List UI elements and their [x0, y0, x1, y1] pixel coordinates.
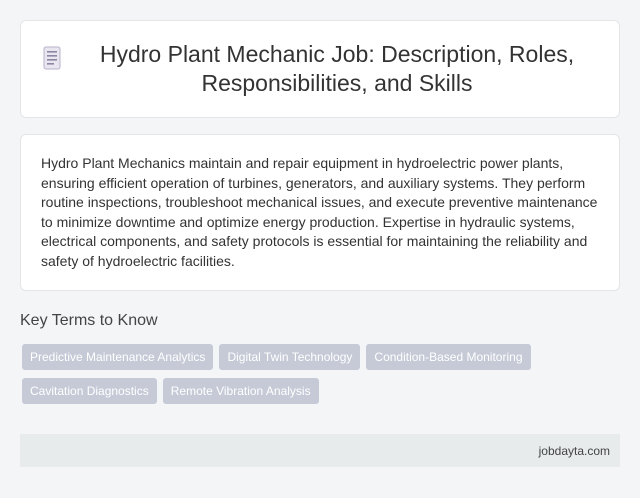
title-card: Hydro Plant Mechanic Job: Description, R…	[20, 20, 620, 118]
document-icon	[41, 46, 63, 70]
page: Hydro Plant Mechanic Job: Description, R…	[0, 0, 640, 498]
key-term-tag[interactable]: Digital Twin Technology	[219, 344, 361, 370]
job-description: Hydro Plant Mechanics maintain and repai…	[41, 155, 598, 269]
page-title: Hydro Plant Mechanic Job: Description, R…	[99, 41, 575, 96]
title-wrap: Hydro Plant Mechanic Job: Description, R…	[41, 40, 599, 98]
description-card: Hydro Plant Mechanics maintain and repai…	[20, 134, 620, 291]
key-term-tag[interactable]: Remote Vibration Analysis	[162, 378, 319, 404]
key-terms-list: Predictive Maintenance Analytics Digital…	[22, 344, 612, 412]
key-term-tag[interactable]: Predictive Maintenance Analytics	[22, 344, 214, 370]
footer: jobdayta.com	[20, 434, 620, 467]
footer-site-link[interactable]: jobdayta.com	[539, 444, 610, 458]
key-terms-heading: Key Terms to Know	[20, 312, 158, 329]
key-term-tag[interactable]: Cavitation Diagnostics	[22, 378, 157, 404]
key-term-tag[interactable]: Condition-Based Monitoring	[366, 344, 531, 370]
